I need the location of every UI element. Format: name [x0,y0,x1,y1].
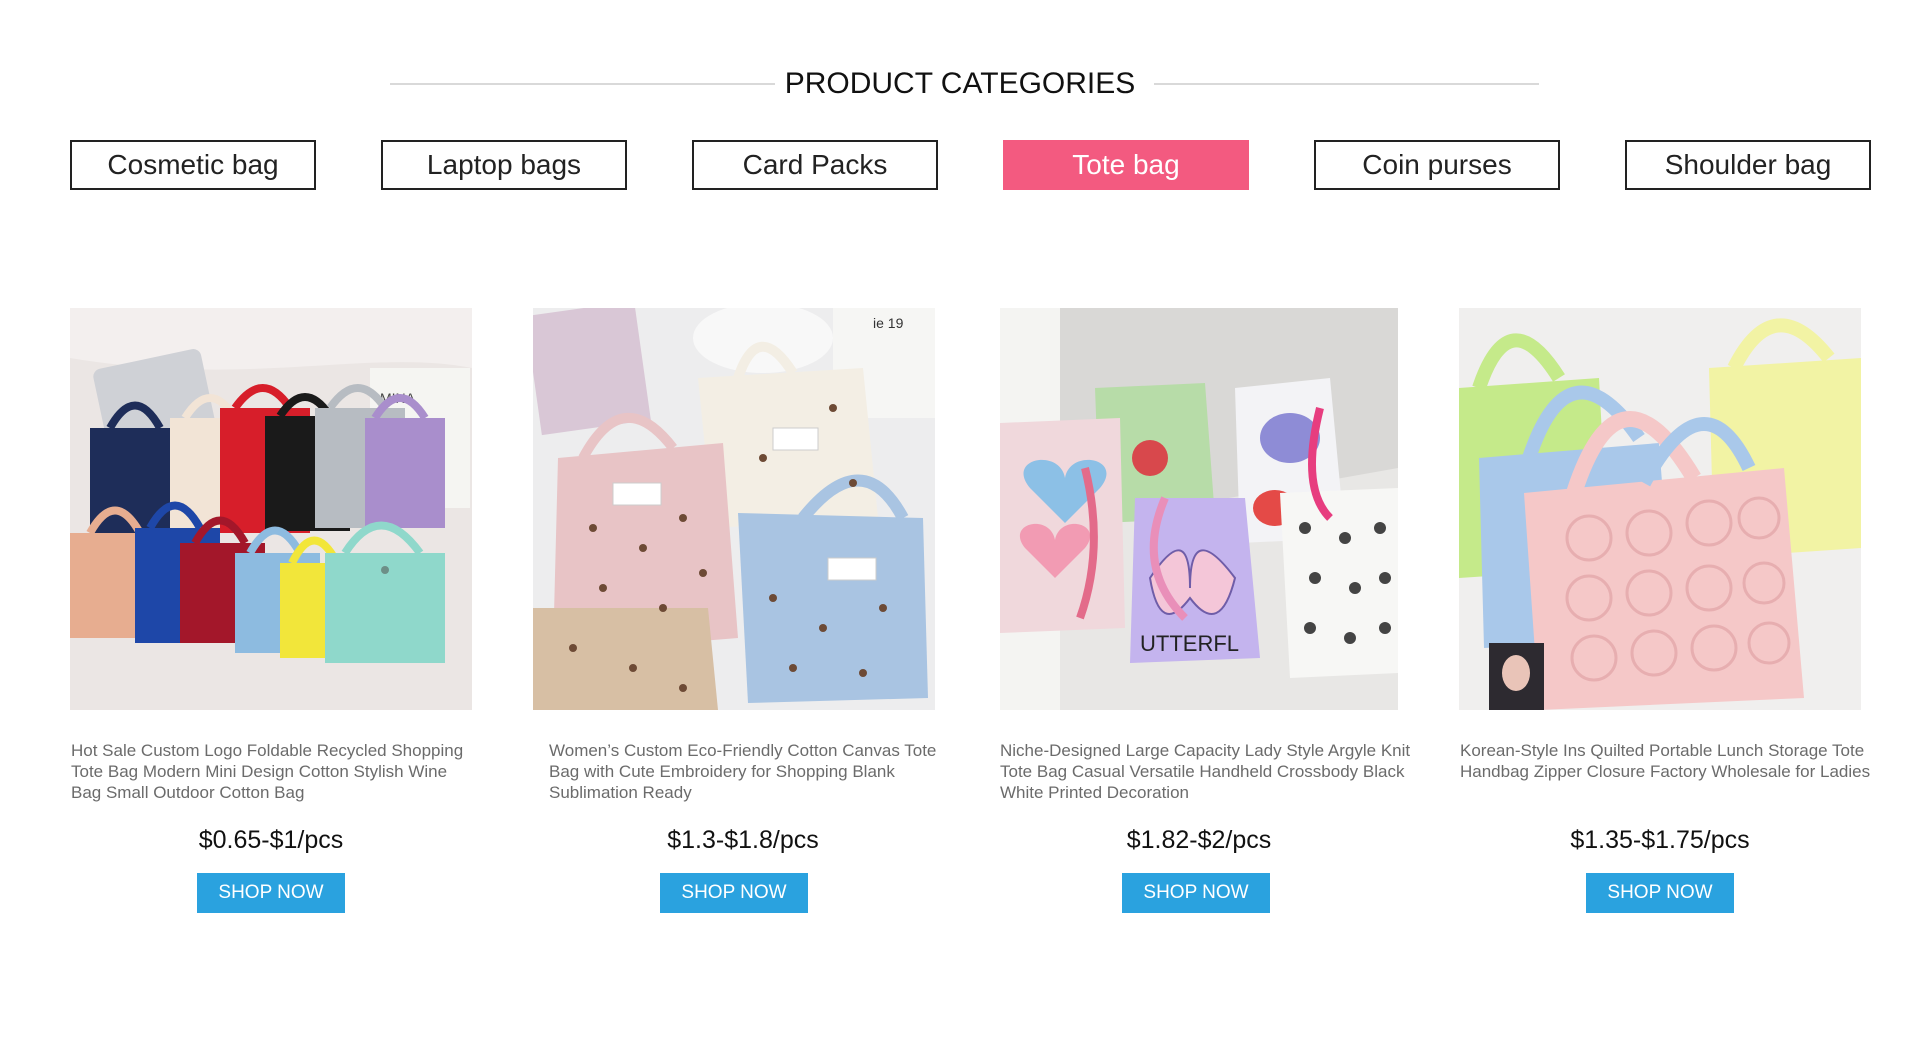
corduroy-bear-embroidery-tote-bags-photo: ie 19 [533,308,935,710]
product-title[interactable]: Niche-Designed Large Capacity Lady Style… [1000,740,1440,803]
product-card: MINA Hot Sale Custom Logo Foldable Recyc… [70,308,490,918]
tab-laptop-bags[interactable]: Laptop bags [381,140,627,190]
tab-cosmetic-bag[interactable]: Cosmetic bag [70,140,316,190]
product-image[interactable]: ie 19 [533,308,935,710]
product-price: $1.35-$1.75/pcs [1570,826,1750,854]
product-card: UTTERFL Niche-Designed Large Capacity La… [1000,308,1420,918]
category-tabs: Cosmetic bag Laptop bags Card Packs Tote… [0,140,1920,190]
colorful-mini-cotton-tote-bags-photo: MINA [70,308,472,710]
tab-tote-bag[interactable]: Tote bag [1003,140,1249,190]
product-price: $0.65-$1/pcs [198,826,344,854]
product-title[interactable]: Korean-Style Ins Quilted Portable Lunch … [1460,740,1900,782]
product-price: $1.82-$2/pcs [1126,826,1272,854]
shop-now-button[interactable]: SHOP NOW [1122,873,1270,913]
section-header: PRODUCT CATEGORIES [0,62,1920,106]
shop-now-button[interactable]: SHOP NOW [197,873,345,913]
product-card: Korean-Style Ins Quilted Portable Lunch … [1459,308,1879,918]
product-title[interactable]: Hot Sale Custom Logo Foldable Recycled S… [71,740,481,803]
product-image[interactable]: MINA [70,308,472,710]
tab-shoulder-bag[interactable]: Shoulder bag [1625,140,1871,190]
knit-printed-tote-bags-photo: UTTERFL [1000,308,1398,710]
product-grid: MINA Hot Sale Custom Logo Foldable Recyc… [0,308,1920,928]
section-title: PRODUCT CATEGORIES [784,67,1136,100]
shop-now-button[interactable]: SHOP NOW [1586,873,1734,913]
shop-now-button[interactable]: SHOP NOW [660,873,808,913]
svg-text:ie 19: ie 19 [873,315,904,331]
heading-divider-right [1154,83,1539,85]
quilted-puffy-tote-bags-photo [1459,308,1861,710]
product-price: $1.3-$1.8/pcs [667,826,819,854]
product-image[interactable] [1459,308,1861,710]
product-categories-page: PRODUCT CATEGORIES Cosmetic bag Laptop b… [0,0,1920,1057]
product-card: ie 19 Women’s Custom Eco-Friendly Cotton… [533,308,953,918]
product-title[interactable]: Women’s Custom Eco-Friendly Cotton Canva… [549,740,959,803]
tab-coin-purses[interactable]: Coin purses [1314,140,1560,190]
tab-card-packs[interactable]: Card Packs [692,140,938,190]
svg-text:UTTERFL: UTTERFL [1140,631,1239,656]
product-image[interactable]: UTTERFL [1000,308,1398,710]
